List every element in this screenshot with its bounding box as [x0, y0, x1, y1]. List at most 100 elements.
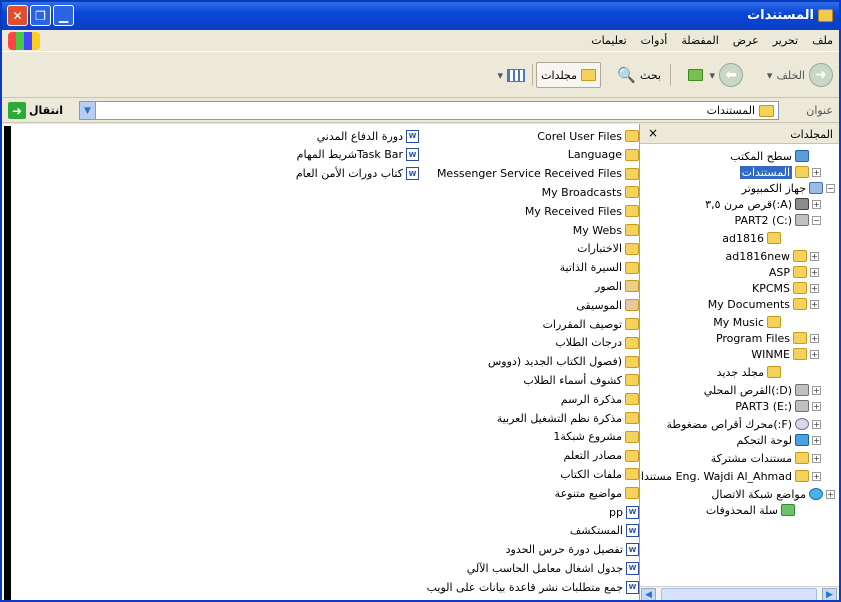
expand-icon[interactable]: + [826, 489, 835, 499]
menu-edit[interactable]: تحرير [773, 34, 798, 47]
tree-item[interactable]: + PART3 (E:) [735, 398, 821, 414]
tree-item[interactable]: + (D:)القرص المحلي [704, 382, 821, 398]
tree-item[interactable]: + مواضع شبكة الاتصال [711, 486, 835, 502]
folders-button[interactable]: مجلدات [536, 62, 601, 88]
file-item[interactable]: مذكرة الرسم [561, 391, 639, 407]
expand-icon[interactable]: + [812, 435, 821, 445]
file-item[interactable]: مصادر التعلم [564, 448, 639, 464]
expand-icon[interactable]: + [812, 167, 821, 177]
menu-help[interactable]: تعليمات [591, 34, 626, 47]
file-item[interactable]: Wpp [609, 504, 639, 520]
expand-icon[interactable]: + [810, 283, 819, 293]
file-item[interactable]: My Webs [573, 222, 639, 238]
tree-item[interactable]: + المستندات [739, 164, 821, 180]
chevron-down-icon: ▼ [84, 105, 91, 116]
file-item[interactable]: توصيف المقررات [543, 316, 639, 332]
back-button[interactable]: ➜ الخلف ▾ [767, 62, 833, 88]
menu-tools[interactable]: أدوات [641, 34, 668, 47]
file-item[interactable]: Messenger Service Received Files [437, 166, 639, 182]
file-item[interactable]: W دورة الدفاع المدني [317, 128, 419, 144]
file-item[interactable]: My Received Files [525, 203, 639, 219]
file-item[interactable]: مذكرة نظم التشغيل العربية [497, 410, 639, 426]
close-button[interactable]: ✕ [7, 5, 28, 26]
file-item[interactable]: الموسيقى [576, 297, 639, 313]
expand-icon[interactable]: + [810, 251, 819, 261]
file-item[interactable]: W Task Barشريط المهام [297, 147, 419, 163]
up-button[interactable] [688, 62, 703, 88]
file-item[interactable]: مواضيع متنوعة [555, 485, 639, 501]
scroll-thumb[interactable] [661, 588, 817, 600]
tree-item[interactable]: + Program Files [716, 330, 819, 346]
tree-item[interactable]: سلة المحذوفات [706, 502, 807, 518]
tree-item-label: Eng. Wajdi Al_Ahmad مستندات [640, 469, 792, 483]
file-item[interactable]: W جمع متطلبات نشر قاعدة بيانات على الويب [427, 579, 639, 595]
restore-icon: ❐ [35, 8, 46, 23]
file-item[interactable]: الصور [595, 278, 639, 294]
expand-icon[interactable]: + [810, 299, 819, 309]
expand-icon[interactable]: + [812, 471, 821, 481]
scroll-right-button[interactable]: ▶ [822, 588, 837, 600]
tree-item[interactable]: − PART2 (C:) [735, 212, 821, 228]
file-item[interactable]: W كتاب دورات الأمن العام [296, 166, 419, 182]
address-input[interactable]: المستندات [89, 101, 779, 120]
tree-item[interactable]: ad1816 [722, 230, 793, 246]
maximize-button[interactable]: ❐ [30, 5, 51, 26]
collapse-icon[interactable]: − [826, 183, 835, 193]
title-bar[interactable]: المستندات ✕ ❐ ▁ [2, 2, 839, 30]
tree-item[interactable]: + KPCMS [752, 280, 819, 296]
expand-icon[interactable]: + [810, 333, 819, 343]
address-dropdown-button[interactable]: ▼ [79, 101, 96, 120]
tree-item[interactable]: + ASP [769, 264, 819, 280]
file-item-label: مواضيع متنوعة [554, 486, 622, 500]
close-icon[interactable]: × [648, 126, 658, 140]
horizontal-scrollbar[interactable]: ◀ ▶ [640, 586, 839, 600]
tree-item[interactable]: + (F:)محرك أقراص مضغوطة [666, 416, 821, 432]
tree-item-label: WINME [751, 347, 790, 361]
file-item-label: My Webs [572, 223, 622, 237]
tree-item[interactable]: سطح المكتب [730, 148, 821, 164]
folder-icon [625, 318, 639, 330]
search-button[interactable]: بحث 🔍 [617, 62, 661, 88]
views-button[interactable]: ▾ [497, 62, 525, 88]
file-item[interactable]: Language [568, 147, 639, 163]
tree-item[interactable]: − جهاز الكمبيوتر [742, 180, 835, 196]
expand-icon[interactable]: + [812, 401, 821, 411]
tree-item[interactable]: + WINME [751, 346, 819, 362]
file-item[interactable]: My Broadcasts [542, 184, 639, 200]
menu-favorites[interactable]: المفضلة [681, 34, 718, 47]
tree-item[interactable]: + لوحة التحكم [737, 432, 821, 448]
toolbar: ➜ الخلف ▾ ⬅ ▾ بحث 🔍 مجلدات ▾ [2, 52, 839, 98]
tree-item[interactable]: My Music [713, 314, 793, 330]
file-item[interactable]: Corel User Files [537, 128, 639, 144]
menu-view[interactable]: عرض [733, 34, 759, 47]
file-item[interactable]: W تفصيل دورة حرس الحدود [506, 542, 639, 558]
tree-item[interactable]: + Eng. Wajdi Al_Ahmad مستندات [640, 468, 821, 484]
tree-item[interactable]: + My Documents [708, 296, 819, 312]
tree-item[interactable]: مجلد جديد [717, 364, 793, 380]
tree-item[interactable]: + مستندات مشتركة [711, 450, 821, 466]
expand-icon[interactable]: + [812, 385, 821, 395]
menu-file[interactable]: ملف [812, 34, 833, 47]
file-item[interactable]: كشوف أسماء الطلاب [523, 372, 639, 388]
expand-icon[interactable]: + [810, 349, 819, 359]
expand-icon[interactable]: + [812, 453, 821, 463]
expand-icon[interactable]: + [812, 419, 821, 429]
expand-icon[interactable]: + [812, 199, 821, 209]
file-item[interactable]: مشروع شبكة1 [553, 429, 639, 445]
file-item[interactable]: W المستكشف [570, 523, 639, 539]
file-item[interactable]: السيرة الذاتية [560, 260, 639, 276]
word-doc-icon: W [626, 580, 639, 594]
file-item[interactable]: ملفات الكتاب [560, 466, 639, 482]
collapse-icon[interactable]: − [812, 215, 821, 225]
file-item[interactable]: (فصول الكتاب الجديد (دووس [488, 354, 639, 370]
tree-item[interactable]: + ad1816new [726, 248, 819, 264]
tree-item[interactable]: + (A:)قرص مرن ٣,٥ [705, 196, 821, 212]
expand-icon[interactable]: + [810, 267, 819, 277]
file-item[interactable]: درجات الطلاب [555, 335, 639, 351]
file-item[interactable]: الاختبارات [577, 241, 639, 257]
minimize-button[interactable]: ▁ [53, 5, 74, 26]
go-button[interactable]: انتقال ➜ [8, 101, 63, 120]
file-item[interactable]: W جدول اشغال معامل الحاسب الآلي [467, 560, 639, 576]
forward-button[interactable]: ⬅ ▾ [709, 62, 743, 88]
scroll-left-button[interactable]: ◀ [641, 588, 656, 600]
